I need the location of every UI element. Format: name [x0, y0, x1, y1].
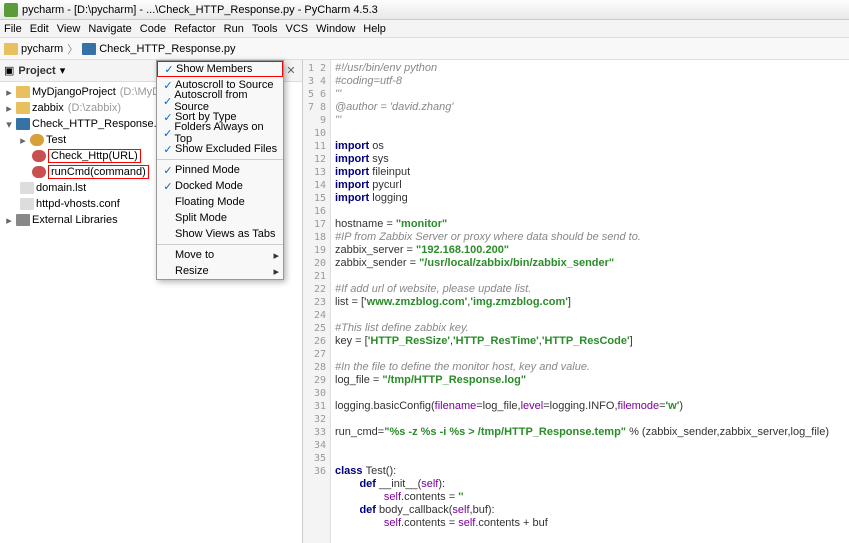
- app-icon: [4, 3, 18, 17]
- menu-pinned[interactable]: ✓Pinned Mode: [157, 162, 283, 178]
- menu-tools[interactable]: Tools: [252, 23, 278, 35]
- menu-show-members[interactable]: ✓Show Members: [157, 61, 283, 77]
- project-sidebar: ▣ Project ▾ ⇆ ◎ ⊟ ⚙ ↘ ✕ ▸MyDjangoProject…: [0, 60, 303, 543]
- menu-navigate[interactable]: Navigate: [88, 23, 131, 35]
- close-icon[interactable]: ✕: [284, 64, 298, 78]
- menu-code[interactable]: Code: [140, 23, 166, 35]
- menu-vcs[interactable]: VCS: [286, 23, 309, 35]
- code-area[interactable]: #!/usr/bin/env python #coding=utf-8 ''' …: [331, 60, 849, 543]
- menu-autoscroll-from[interactable]: ✓Autoscroll from Source: [157, 93, 283, 109]
- title-bar: pycharm - [D:\pycharm] - ...\Check_HTTP_…: [0, 0, 849, 20]
- window-title: pycharm - [D:\pycharm] - ...\Check_HTTP_…: [22, 4, 378, 16]
- project-combo-icon[interactable]: ▣: [4, 64, 14, 77]
- menu-edit[interactable]: Edit: [30, 23, 49, 35]
- folder-icon: [4, 43, 18, 55]
- menu-window[interactable]: Window: [316, 23, 355, 35]
- settings-context-menu: ✓Show Members ✓Autoscroll to Source ✓Aut…: [156, 60, 284, 280]
- menu-file[interactable]: File: [4, 23, 22, 35]
- breadcrumb-file[interactable]: Check_HTTP_Response.py: [99, 43, 235, 55]
- menu-move-to[interactable]: Move to▸: [157, 247, 283, 263]
- python-file-icon: [82, 43, 96, 55]
- menu-resize[interactable]: Resize▸: [157, 263, 283, 279]
- main-area: ▣ Project ▾ ⇆ ◎ ⊟ ⚙ ↘ ✕ ▸MyDjangoProject…: [0, 60, 849, 543]
- breadcrumb: pycharm 〉 Check_HTTP_Response.py: [0, 38, 849, 60]
- menu-folders-top[interactable]: ✓Folders Always on Top: [157, 125, 283, 141]
- breadcrumb-sep: 〉: [67, 41, 78, 57]
- menu-show-views[interactable]: Show Views as Tabs: [157, 226, 283, 242]
- menu-bar: File Edit View Navigate Code Refactor Ru…: [0, 20, 849, 38]
- menu-split[interactable]: Split Mode: [157, 210, 283, 226]
- menu-refactor[interactable]: Refactor: [174, 23, 216, 35]
- menu-run[interactable]: Run: [224, 23, 244, 35]
- sidebar-title[interactable]: Project: [18, 65, 55, 77]
- menu-view[interactable]: View: [57, 23, 81, 35]
- breadcrumb-root[interactable]: pycharm: [21, 43, 63, 55]
- dropdown-icon[interactable]: ▾: [60, 64, 66, 77]
- code-editor[interactable]: 1 2 3 4 5 6 7 8 9 10 11 12 13 14 15 16 1…: [303, 60, 849, 543]
- menu-help[interactable]: Help: [363, 23, 386, 35]
- menu-docked[interactable]: ✓Docked Mode: [157, 178, 283, 194]
- line-gutter: 1 2 3 4 5 6 7 8 9 10 11 12 13 14 15 16 1…: [303, 60, 331, 543]
- menu-floating[interactable]: Floating Mode: [157, 194, 283, 210]
- menu-show-excluded[interactable]: ✓Show Excluded Files: [157, 141, 283, 157]
